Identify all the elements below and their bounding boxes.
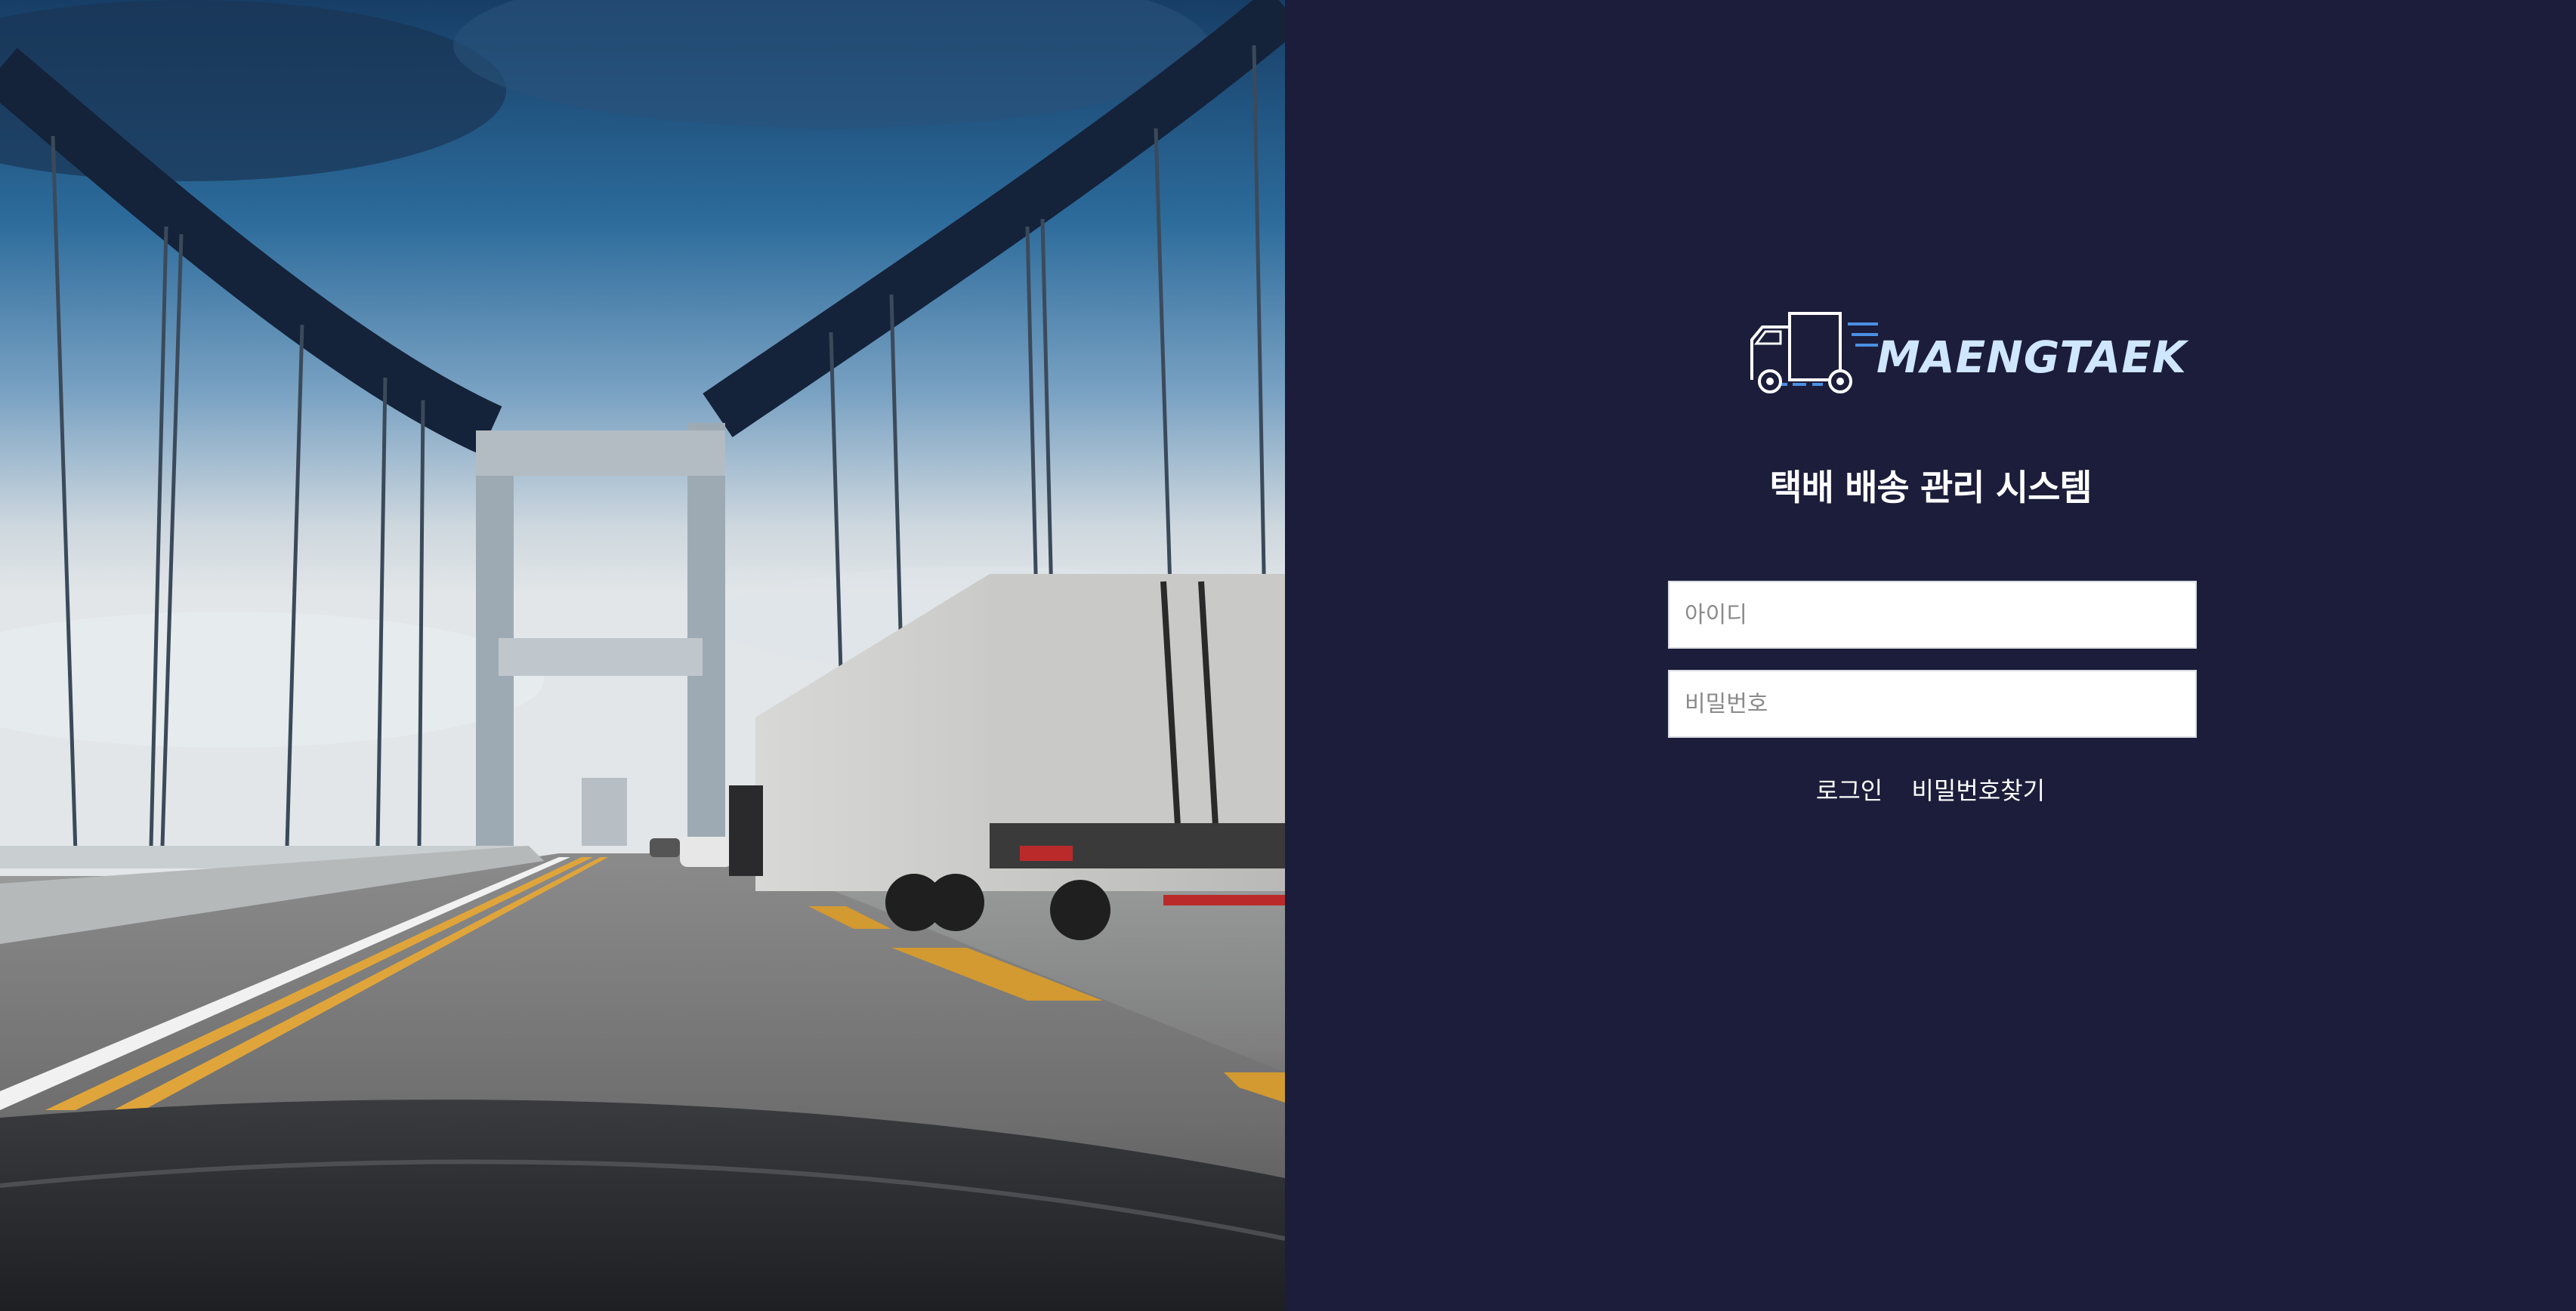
hero-photo [0, 0, 1285, 1311]
brand-logo: MAENGTAEK [1746, 306, 2186, 396]
login-page: MAENGTAEK 택배 배송 관리 시스템 로그인 비밀번호찾기 [0, 0, 2576, 1311]
page-title: 택배 배송 관리 시스템 [1769, 467, 2092, 509]
password-input[interactable] [1668, 670, 2197, 738]
bridge-highway-truck-photo [0, 0, 1285, 1311]
login-panel: MAENGTAEK 택배 배송 관리 시스템 로그인 비밀번호찾기 [1285, 0, 2576, 1311]
find-password-link[interactable]: 비밀번호찾기 [1911, 776, 2045, 805]
login-link[interactable]: 로그인 [1816, 776, 1883, 805]
id-input[interactable] [1668, 581, 2197, 649]
delivery-truck-icon [1750, 312, 1878, 393]
login-actions: 로그인 비밀번호찾기 [1285, 772, 2576, 807]
brand-logo-text: MAENGTAEK [1876, 332, 2187, 383]
